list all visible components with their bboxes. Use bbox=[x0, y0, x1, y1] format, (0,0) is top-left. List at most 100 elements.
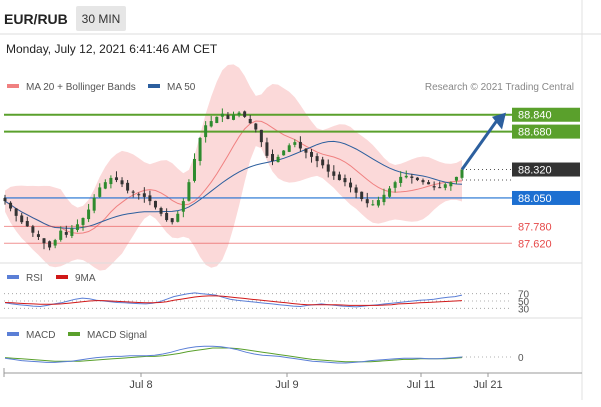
legend-ma20-swatch bbox=[7, 84, 19, 88]
candle-body bbox=[287, 145, 291, 152]
macd-panel: 0 bbox=[4, 345, 524, 364]
candle-body bbox=[92, 197, 96, 211]
legend-ma50-label: MA 50 bbox=[167, 82, 196, 93]
candle-body bbox=[376, 200, 380, 206]
candle-body bbox=[454, 176, 458, 181]
macd-tick-label: 0 bbox=[518, 353, 524, 364]
candle-body bbox=[3, 197, 7, 202]
candle-body bbox=[321, 159, 325, 166]
candle-body bbox=[438, 187, 442, 189]
candle-body bbox=[48, 241, 52, 248]
candle-body bbox=[254, 123, 258, 130]
candle-body bbox=[192, 158, 196, 181]
bollinger-band-fill bbox=[5, 64, 462, 271]
candle-body bbox=[410, 176, 414, 178]
legend-macd-label: MACD bbox=[26, 330, 55, 341]
candle-body bbox=[198, 137, 202, 161]
candle-body bbox=[326, 164, 330, 172]
forecast-arrow bbox=[460, 112, 506, 171]
candle-body bbox=[371, 204, 375, 206]
candle-body bbox=[248, 118, 252, 124]
chart-canvas: EUR/RUB 30 MIN Monday, July 12, 2021 6:4… bbox=[0, 0, 601, 400]
candle-body bbox=[14, 208, 18, 216]
candle-body bbox=[293, 142, 297, 145]
bollinger-bands bbox=[5, 64, 462, 271]
x-tick-label: Jul 11 bbox=[407, 379, 436, 391]
candle-body bbox=[36, 234, 40, 237]
candle-body bbox=[310, 151, 314, 157]
x-tick-label: Jul 8 bbox=[129, 379, 152, 391]
candle-body bbox=[399, 176, 403, 183]
candle-body bbox=[220, 113, 224, 117]
candle-body bbox=[298, 141, 302, 149]
candle-body bbox=[404, 175, 408, 178]
candle-body bbox=[204, 125, 208, 138]
candle-body bbox=[226, 115, 230, 119]
candle-body bbox=[81, 217, 85, 225]
candle-body bbox=[142, 193, 146, 197]
candle-body bbox=[165, 212, 169, 221]
legend-macd-signal-label: MACD Signal bbox=[87, 330, 147, 341]
candle-body bbox=[120, 180, 124, 185]
candle-body bbox=[148, 195, 152, 202]
symbol-title: EUR/RUB bbox=[4, 11, 68, 27]
legend-rsi-label: RSI bbox=[26, 273, 43, 284]
candle-body bbox=[25, 221, 29, 227]
candle-body bbox=[365, 199, 369, 204]
resistance-label: 88.840 bbox=[518, 110, 552, 122]
candle-body bbox=[114, 177, 118, 181]
candle-body bbox=[460, 169, 464, 178]
candle-body bbox=[98, 187, 102, 197]
candle-body bbox=[354, 187, 358, 193]
candle-body bbox=[382, 194, 386, 203]
timeframe-label: 30 MIN bbox=[82, 12, 121, 26]
candle-body bbox=[187, 182, 191, 201]
candle-body bbox=[421, 180, 425, 183]
candle-body bbox=[388, 188, 392, 197]
candle-body bbox=[259, 129, 263, 143]
candle-body bbox=[337, 174, 341, 181]
candle-body bbox=[31, 226, 35, 233]
candle-body bbox=[332, 171, 336, 176]
candle-body bbox=[209, 121, 213, 127]
x-tick-label: Jul 21 bbox=[473, 379, 502, 391]
legend-ma20-label: MA 20 + Bollinger Bands bbox=[26, 82, 136, 93]
candle-body bbox=[276, 156, 280, 163]
candle-body bbox=[232, 114, 235, 120]
candle-body bbox=[42, 238, 46, 244]
candle-body bbox=[237, 112, 241, 116]
candle-body bbox=[265, 142, 269, 156]
legend-rsi-ma-label: 9MA bbox=[75, 273, 96, 284]
legend-macd-signal-swatch bbox=[68, 332, 80, 336]
candle-body bbox=[64, 232, 68, 235]
candle-body bbox=[126, 182, 130, 191]
candle-body bbox=[360, 191, 364, 200]
candle-body bbox=[315, 156, 319, 162]
candle-body bbox=[103, 182, 107, 189]
candle-body bbox=[243, 111, 247, 117]
x-tick-label: Jul 9 bbox=[275, 379, 298, 391]
candle-body bbox=[449, 182, 453, 187]
candle-body bbox=[432, 186, 436, 188]
candle-body bbox=[181, 201, 185, 212]
candle-body bbox=[87, 209, 91, 220]
candle-body bbox=[159, 208, 163, 214]
macd-signal-line bbox=[4, 347, 463, 363]
candle-body bbox=[9, 202, 13, 209]
candle-body bbox=[153, 200, 157, 208]
rsi-tick-label: 30 bbox=[518, 304, 530, 315]
candle-body bbox=[343, 178, 347, 183]
candle-body bbox=[59, 230, 63, 240]
candle-body bbox=[282, 150, 286, 156]
rsi-ma-line bbox=[4, 295, 463, 306]
candle-body bbox=[20, 215, 24, 223]
candle-body bbox=[75, 224, 79, 230]
rsi-panel: 705030 bbox=[4, 290, 530, 315]
candle-body bbox=[109, 177, 113, 185]
candle-body bbox=[70, 228, 74, 236]
credit-label: Research © 2021 Trading Central bbox=[425, 82, 574, 93]
arrow-shaft bbox=[460, 118, 500, 171]
support-label: 87.620 bbox=[518, 238, 552, 250]
legend-rsi-swatch bbox=[7, 275, 19, 279]
candle-body bbox=[443, 184, 447, 188]
